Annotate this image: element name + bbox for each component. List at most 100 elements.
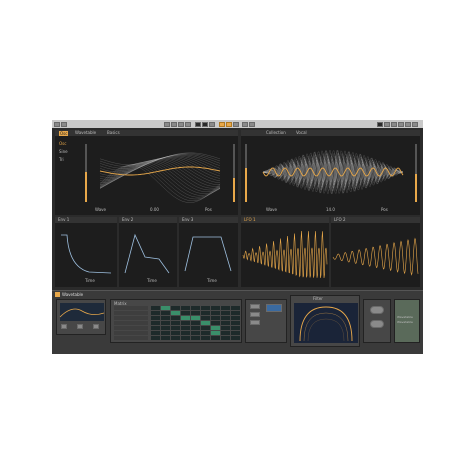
right-osc-preset[interactable]: Vocal bbox=[296, 131, 307, 135]
overdub-icon[interactable] bbox=[226, 121, 232, 127]
back-button[interactable] bbox=[185, 121, 191, 127]
osc-preset[interactable]: Basics bbox=[107, 131, 120, 135]
amp-selector[interactable] bbox=[266, 304, 282, 312]
left-wave-value[interactable]: 0.00 bbox=[150, 208, 159, 212]
matrix-cell[interactable] bbox=[231, 321, 240, 325]
matrix-cell[interactable] bbox=[211, 336, 220, 340]
matrix-cell[interactable] bbox=[221, 321, 230, 325]
right-osc-gain-slider[interactable] bbox=[415, 144, 417, 202]
matrix-cell[interactable] bbox=[201, 311, 210, 315]
matrix-cell[interactable] bbox=[151, 306, 160, 310]
env-2-title[interactable]: Env 2 bbox=[122, 218, 133, 222]
matrix-cell[interactable] bbox=[221, 306, 230, 310]
matrix-cell[interactable] bbox=[221, 311, 230, 315]
env-2-curve[interactable] bbox=[123, 227, 173, 277]
right-wave-value[interactable]: 14.0 bbox=[326, 208, 335, 212]
matrix-cell[interactable] bbox=[211, 311, 220, 315]
env-3-title[interactable]: Env 3 bbox=[182, 218, 193, 222]
matrix-row-source[interactable] bbox=[114, 331, 148, 335]
matrix-cell[interactable] bbox=[151, 316, 160, 320]
matrix-cell[interactable] bbox=[171, 331, 180, 335]
matrix-cell[interactable] bbox=[201, 336, 210, 340]
osc-level-slider[interactable] bbox=[85, 144, 87, 202]
matrix-cell[interactable] bbox=[181, 336, 190, 340]
mini-filter-display[interactable] bbox=[59, 303, 105, 321]
matrix-cell[interactable] bbox=[151, 331, 160, 335]
matrix-cell[interactable] bbox=[231, 326, 240, 330]
matrix-cell[interactable] bbox=[171, 311, 180, 315]
global-knob[interactable] bbox=[370, 306, 384, 314]
lfo-1-wave[interactable] bbox=[242, 227, 328, 282]
matrix-cell[interactable] bbox=[181, 321, 190, 325]
matrix-row-source[interactable] bbox=[114, 326, 148, 330]
pencil-icon[interactable] bbox=[242, 121, 248, 127]
env-1-title[interactable]: Env 1 bbox=[58, 218, 69, 222]
right-osc-level-slider[interactable] bbox=[245, 144, 247, 202]
matrix-cell[interactable] bbox=[161, 326, 170, 330]
amp-button-3[interactable] bbox=[250, 320, 260, 325]
matrix-cell[interactable] bbox=[231, 336, 240, 340]
env-3-curve[interactable] bbox=[183, 227, 234, 277]
matrix-cell[interactable] bbox=[171, 316, 180, 320]
matrix-cell[interactable] bbox=[161, 316, 170, 320]
matrix-row-source[interactable] bbox=[114, 316, 148, 320]
env-1-curve[interactable] bbox=[59, 227, 113, 277]
amp-button-1[interactable] bbox=[250, 304, 260, 309]
menu-icon[interactable] bbox=[54, 121, 60, 127]
matrix-cell[interactable] bbox=[181, 326, 190, 330]
lfo-2-title[interactable]: LFO 2 bbox=[334, 218, 346, 222]
wavetable-display-right[interactable] bbox=[262, 140, 404, 205]
matrix-cell[interactable] bbox=[231, 331, 240, 335]
matrix-cell[interactable] bbox=[211, 306, 220, 310]
matrix-cell[interactable] bbox=[151, 321, 160, 325]
matrix-cell[interactable] bbox=[201, 326, 210, 330]
lfo-2-wave[interactable] bbox=[332, 227, 419, 282]
matrix-cell[interactable] bbox=[191, 321, 200, 325]
tap-button[interactable] bbox=[61, 121, 67, 127]
matrix-row-source[interactable] bbox=[114, 336, 148, 340]
matrix-cell[interactable] bbox=[191, 326, 200, 330]
info-button[interactable] bbox=[412, 121, 418, 127]
matrix-cell[interactable] bbox=[161, 331, 170, 335]
matrix-cell[interactable] bbox=[161, 336, 170, 340]
matrix-cell[interactable] bbox=[181, 316, 190, 320]
matrix-row-source[interactable] bbox=[114, 306, 148, 310]
volume-knob[interactable] bbox=[370, 320, 384, 328]
matrix-cell[interactable] bbox=[201, 331, 210, 335]
device-on-icon[interactable] bbox=[55, 292, 60, 297]
matrix-cell[interactable] bbox=[151, 336, 160, 340]
matrix-cell[interactable] bbox=[231, 311, 240, 315]
matrix-cell[interactable] bbox=[231, 316, 240, 320]
matrix-cell[interactable] bbox=[151, 326, 160, 330]
matrix-cell[interactable] bbox=[161, 306, 170, 310]
metronome-icon[interactable] bbox=[233, 121, 239, 127]
stop-icon[interactable] bbox=[202, 121, 208, 127]
amp-button-2[interactable] bbox=[250, 312, 260, 317]
matrix-cell[interactable] bbox=[171, 336, 180, 340]
matrix-cell[interactable] bbox=[211, 331, 220, 335]
matrix-cell[interactable] bbox=[221, 316, 230, 320]
matrix-cell[interactable] bbox=[171, 326, 180, 330]
wavetable-display-left[interactable] bbox=[95, 140, 225, 205]
matrix-cell[interactable] bbox=[211, 326, 220, 330]
play-icon[interactable] bbox=[195, 121, 201, 127]
matrix-row-source[interactable] bbox=[114, 321, 148, 325]
matrix-cell[interactable] bbox=[161, 321, 170, 325]
matrix-cell[interactable] bbox=[181, 311, 190, 315]
loop-icon[interactable] bbox=[219, 121, 225, 127]
matrix-cell[interactable] bbox=[201, 316, 210, 320]
matrix-cell[interactable] bbox=[221, 336, 230, 340]
mini-knob-3[interactable] bbox=[93, 324, 99, 329]
osc-badge[interactable]: Osc bbox=[59, 130, 69, 136]
osc-gain-slider[interactable] bbox=[233, 144, 235, 202]
mini-knob-2[interactable] bbox=[77, 324, 83, 329]
matrix-cell[interactable] bbox=[191, 306, 200, 310]
matrix-cell[interactable] bbox=[161, 311, 170, 315]
session-button[interactable] bbox=[171, 121, 177, 127]
matrix-cell[interactable] bbox=[181, 331, 190, 335]
record-icon[interactable] bbox=[209, 121, 215, 127]
matrix-cell[interactable] bbox=[211, 321, 220, 325]
matrix-cell[interactable] bbox=[181, 306, 190, 310]
key-map-button[interactable] bbox=[249, 121, 255, 127]
arrangement-button[interactable] bbox=[164, 121, 170, 127]
